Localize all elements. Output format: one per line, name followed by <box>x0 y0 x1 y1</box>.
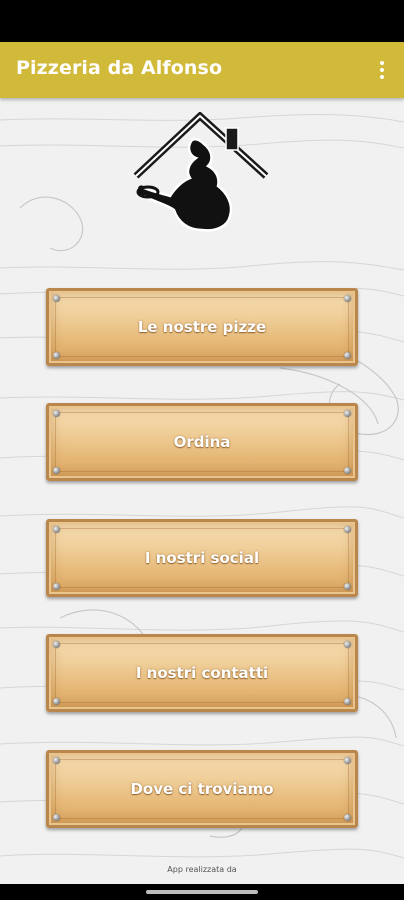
our-contacts-button[interactable]: I nostri contatti <box>46 634 358 712</box>
our-social-label: I nostri social <box>144 549 260 567</box>
more-vert-icon[interactable] <box>368 56 396 84</box>
system-navigation-bar <box>0 884 404 900</box>
app-bar: Pizzeria da Alfonso <box>0 42 404 98</box>
app-title: Pizzeria da Alfonso <box>16 57 223 79</box>
order-button[interactable]: Ordina <box>46 403 358 481</box>
main-content: Le nostre pizze Ordina I nostri social I… <box>0 98 404 884</box>
home-indicator[interactable] <box>146 890 258 894</box>
pizzeria-logo-icon <box>133 112 269 232</box>
where-we-are-label: Dove ci troviamo <box>130 780 274 798</box>
our-pizzas-button[interactable]: Le nostre pizze <box>46 288 358 366</box>
our-contacts-label: I nostri contatti <box>135 664 269 682</box>
our-pizzas-label: Le nostre pizze <box>137 318 267 336</box>
order-label: Ordina <box>173 433 231 451</box>
status-bar <box>0 0 404 42</box>
where-we-are-button[interactable]: Dove ci troviamo <box>46 750 358 828</box>
our-social-button[interactable]: I nostri social <box>46 519 358 597</box>
footer-credit: App realizzata da <box>167 865 237 874</box>
